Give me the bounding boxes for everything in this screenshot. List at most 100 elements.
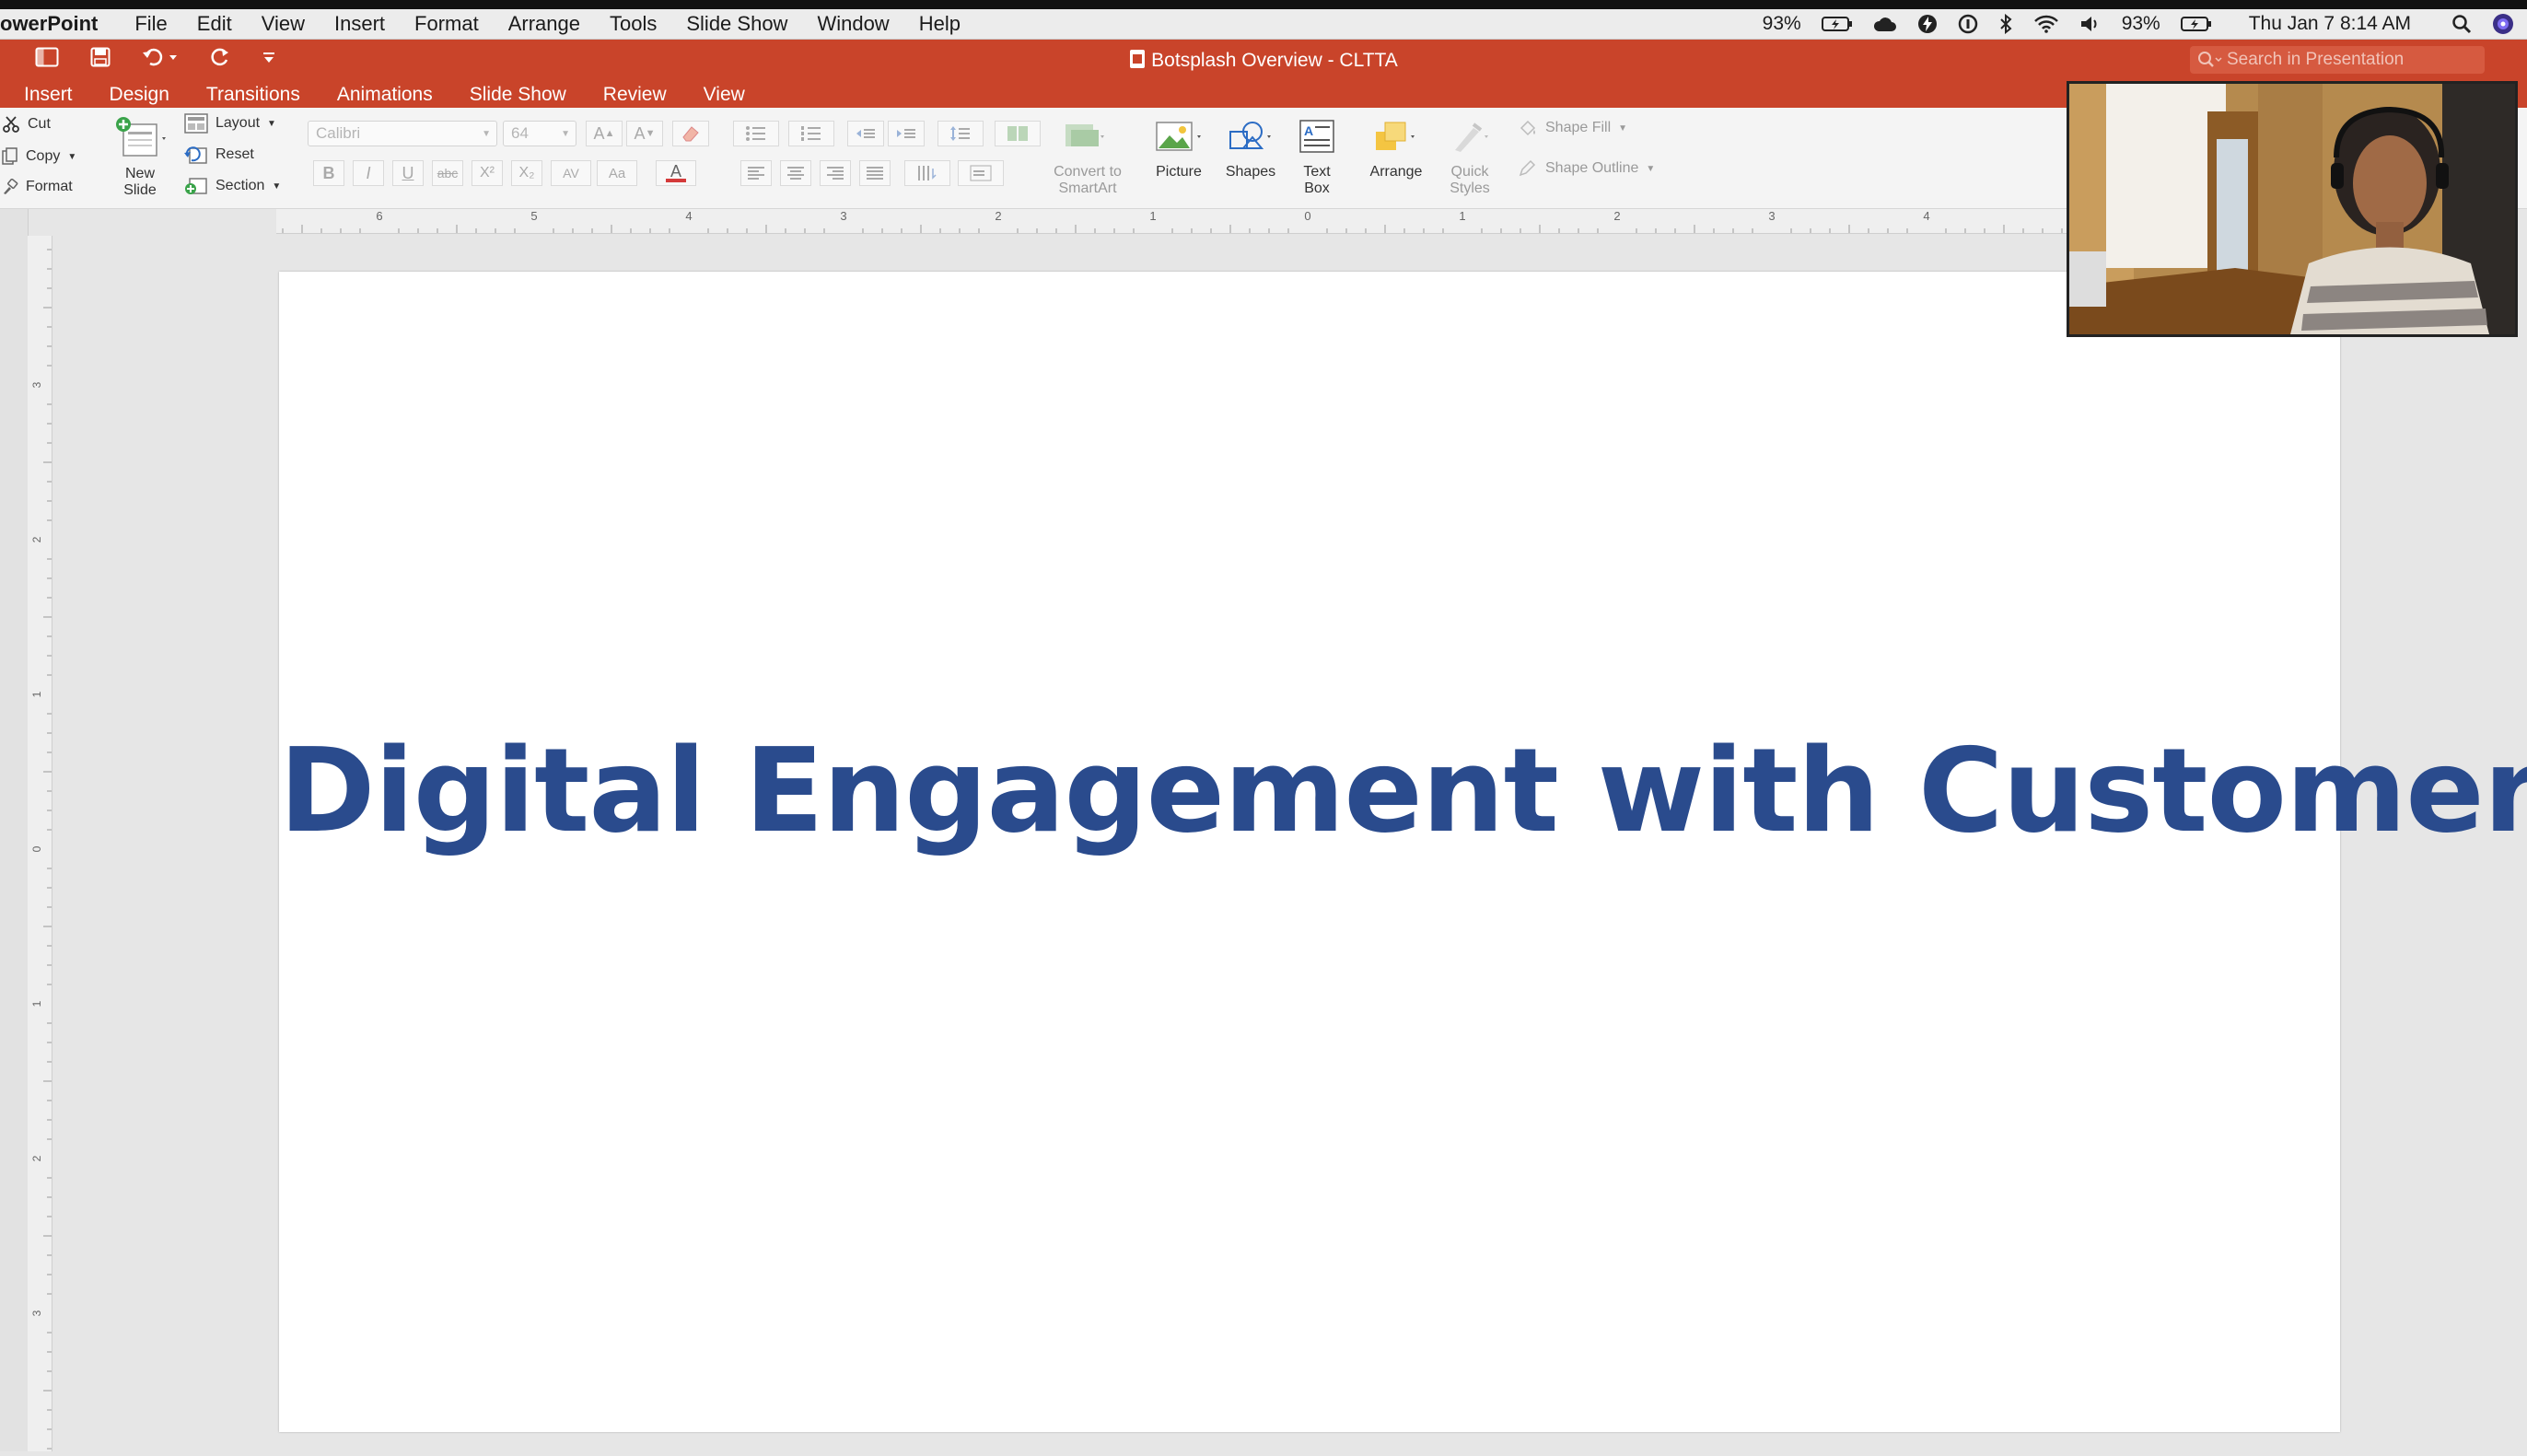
format-painter-button[interactable]: Format — [2, 179, 73, 195]
password-icon[interactable] — [1958, 14, 1978, 34]
volume-icon[interactable] — [2079, 15, 2102, 33]
paintbrush-icon — [2, 179, 18, 195]
reset-button[interactable]: Reset — [184, 145, 254, 165]
strikethrough-button[interactable]: abc — [432, 160, 463, 186]
align-center-button[interactable] — [780, 160, 811, 186]
menu-insert[interactable]: Insert — [334, 12, 385, 36]
text-direction-button[interactable] — [904, 160, 950, 186]
align-right-button[interactable] — [820, 160, 851, 186]
menu-view[interactable]: View — [262, 12, 305, 36]
layout-icon — [184, 113, 208, 134]
decrease-font-size-button[interactable]: A ▼ — [626, 121, 663, 146]
bluetooth-icon[interactable] — [1998, 14, 2013, 34]
text-box-button[interactable]: A Text Box — [1291, 119, 1343, 197]
menu-window[interactable]: Window — [817, 12, 889, 36]
new-slide-button[interactable]: New Slide — [103, 117, 177, 199]
shape-outline-button[interactable]: Shape Outline ▼ — [1518, 159, 1655, 178]
ruler-label: 0 — [30, 845, 43, 852]
underline-button[interactable]: U — [392, 160, 424, 186]
arrange-label: Arrange — [1369, 164, 1423, 180]
search-field[interactable]: Search in Presentation — [2190, 46, 2485, 74]
character-spacing-button[interactable]: AV — [551, 160, 591, 186]
font-name-select[interactable]: Calibri ▼ — [308, 121, 497, 146]
change-case-button[interactable]: Aa — [597, 160, 637, 186]
paint-bucket-icon — [1518, 119, 1538, 137]
font-color-button[interactable]: A — [656, 160, 696, 186]
slide-title[interactable]: Digital Engagement with Customers — [279, 723, 2527, 858]
arrange-button[interactable]: Arrange — [1363, 119, 1429, 181]
bold-button[interactable]: B — [313, 160, 344, 186]
siri-icon[interactable] — [2492, 13, 2514, 35]
clear-formatting-button[interactable] — [672, 121, 709, 146]
menu-file[interactable]: File — [134, 12, 167, 36]
spotlight-search-icon[interactable] — [2451, 14, 2472, 34]
spacing-label: AV — [563, 166, 579, 181]
decrease-indent-button[interactable] — [847, 121, 884, 146]
font-size-select[interactable]: 64 ▼ — [503, 121, 576, 146]
menu-bar: owerPoint File Edit View Insert Format A… — [0, 9, 2527, 40]
increase-font-size-button[interactable]: A ▲ — [586, 121, 623, 146]
ruler-label: 2 — [30, 1155, 43, 1161]
tab-insert[interactable]: Insert — [24, 84, 73, 106]
numbering-button[interactable] — [788, 121, 834, 146]
clock[interactable]: Thu Jan 7 8:14 AM — [2249, 13, 2411, 35]
line-spacing-button[interactable] — [937, 121, 984, 146]
tab-design[interactable]: Design — [110, 84, 169, 106]
battery-percent-2: 93% — [2121, 13, 2160, 34]
case-label: Aa — [608, 165, 626, 181]
menu-help[interactable]: Help — [919, 12, 961, 36]
columns-button[interactable] — [995, 121, 1041, 146]
horizontal-ruler[interactable]: 6 5 4 3 2 1 0 1 2 3 4 — [276, 209, 2067, 234]
italic-button[interactable]: I — [353, 160, 384, 186]
slide-canvas[interactable]: Digital Engagement with Customers — [279, 272, 2527, 1432]
horizontal-ruler-ticks: 6 5 4 3 2 1 0 1 2 3 4 — [282, 209, 2063, 233]
battery-percent: 93% — [1762, 13, 1801, 34]
ruler-label: 1 — [1149, 209, 1156, 223]
ruler-label: 2 — [30, 536, 43, 542]
tab-review[interactable]: Review — [603, 84, 667, 106]
menu-format[interactable]: Format — [414, 12, 479, 36]
bolt-icon[interactable] — [1917, 14, 1938, 34]
line-spacing-icon — [949, 125, 972, 142]
scissors-icon — [2, 115, 20, 134]
wifi-icon[interactable] — [2033, 15, 2059, 33]
thumbnail-pane[interactable] — [0, 209, 29, 1451]
align-left-button[interactable] — [740, 160, 772, 186]
cut-button[interactable]: Cut — [2, 115, 51, 134]
bullets-button[interactable] — [733, 121, 779, 146]
cloud-icon[interactable] — [1873, 15, 1897, 33]
cut-label: Cut — [28, 116, 51, 132]
shape-fill-button[interactable]: Shape Fill ▼ — [1518, 119, 1627, 137]
increase-indent-button[interactable] — [888, 121, 925, 146]
menu-slide-show[interactable]: Slide Show — [686, 12, 787, 36]
window-title-bar: Botsplash Overview - CLTTA Search in Pre… — [0, 40, 2527, 82]
section-button[interactable]: Section ▼ — [184, 176, 281, 196]
app-menu[interactable]: owerPoint — [0, 12, 98, 36]
align-text-button[interactable] — [958, 160, 1004, 186]
tab-animations[interactable]: Animations — [337, 84, 433, 106]
reset-icon — [184, 145, 208, 165]
menu-arrange[interactable]: Arrange — [508, 12, 580, 36]
tab-slide-show[interactable]: Slide Show — [470, 84, 566, 106]
search-placeholder: Search in Presentation — [2227, 50, 2405, 69]
superscript-button[interactable]: X² — [472, 160, 503, 186]
arrange-icon — [1363, 119, 1429, 158]
layout-button[interactable]: Layout ▼ — [184, 113, 276, 134]
shapes-button[interactable]: Shapes — [1221, 119, 1280, 181]
document-title: Botsplash Overview - CLTTA — [1151, 50, 1398, 71]
subscript-button[interactable]: X₂ — [511, 160, 542, 186]
tab-view[interactable]: View — [704, 84, 745, 106]
convert-to-smartart-button[interactable]: Convert to SmartArt — [1037, 119, 1138, 197]
ppt-file-icon — [1129, 49, 1146, 69]
quick-styles-button[interactable]: Quick Styles — [1437, 119, 1503, 197]
battery-icon[interactable] — [1821, 16, 1853, 32]
copy-button[interactable]: Copy ▼ — [2, 147, 76, 166]
tab-transitions[interactable]: Transitions — [206, 84, 300, 106]
picture-button[interactable]: Picture — [1149, 119, 1208, 181]
font-color-swatch — [666, 179, 686, 182]
justify-button[interactable] — [859, 160, 891, 186]
menu-edit[interactable]: Edit — [197, 12, 232, 36]
vertical-ruler[interactable]: 3 2 1 0 1 2 3 — [28, 236, 52, 1451]
menu-tools[interactable]: Tools — [610, 12, 657, 36]
battery-icon-2[interactable] — [2180, 16, 2212, 32]
